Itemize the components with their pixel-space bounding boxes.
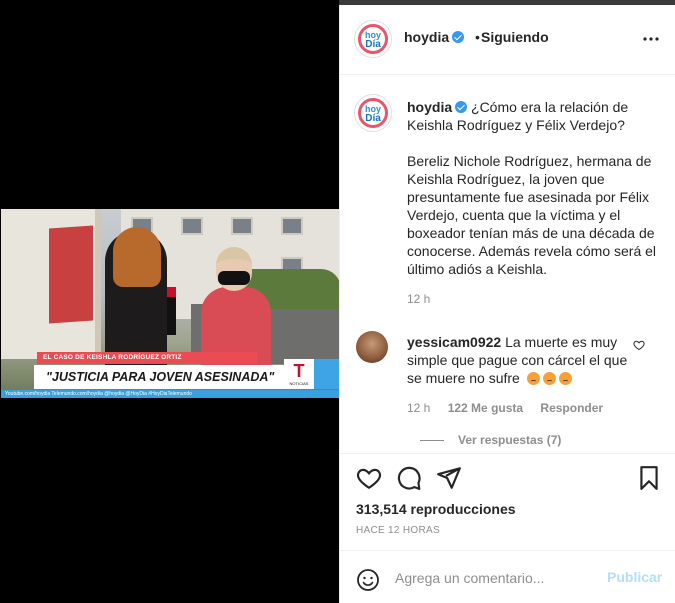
- bookmark-icon[interactable]: [636, 465, 662, 491]
- angry-face-emoji-icon: [542, 372, 556, 385]
- replies-divider: [420, 440, 444, 442]
- post-timestamp[interactable]: HACE 12 HORAS: [356, 525, 440, 536]
- video-player[interactable]: EL CASO DE KEISHLA RODRÍGUEZ ORTIZ "JUST…: [1, 209, 339, 398]
- view-count[interactable]: 313,514 reproducciones: [356, 501, 516, 517]
- caption-timestamp[interactable]: 12 h: [407, 292, 430, 306]
- comment: yessicam0922 La muerte es muy simple que…: [407, 333, 637, 387]
- publish-button[interactable]: Publicar: [607, 569, 662, 585]
- comment-likes-link[interactable]: 122 Me gusta: [448, 401, 523, 415]
- post-panel: hoy Día hoydia • Siguiendo hoy Día hoydi…: [339, 5, 675, 603]
- lower-third-kicker: EL CASO DE KEISHLA RODRÍGUEZ ORTIZ: [37, 352, 257, 364]
- comment-icon[interactable]: [396, 465, 422, 491]
- follow-separator: •: [475, 29, 480, 45]
- commenter-username-link[interactable]: yessicam0922: [407, 334, 501, 350]
- network-accent: [314, 359, 339, 389]
- comment-like-icon[interactable]: [633, 339, 645, 354]
- username-link[interactable]: hoydia: [404, 29, 449, 45]
- actions-divider: [340, 453, 675, 454]
- angry-face-emoji-icon: [526, 372, 540, 385]
- comment-meta: 12 h 122 Me gusta Responder: [407, 401, 617, 415]
- video-scene-banner: [49, 225, 93, 324]
- video-scene-reporter-hair: [113, 227, 161, 287]
- verified-badge-icon: [452, 31, 465, 43]
- microphone-graphic: [167, 287, 176, 335]
- caption-text: hoydia ¿Cómo era la relación de Keishla …: [407, 98, 657, 296]
- avatar-logo: hoy Día: [364, 30, 381, 50]
- comment-input[interactable]: [395, 566, 595, 590]
- caption-body: Bereliz Nichole Rodríguez, hermana de Ke…: [407, 153, 657, 277]
- avatar[interactable]: hoy Día: [354, 20, 392, 58]
- caption-avatar[interactable]: hoy Día: [354, 94, 392, 132]
- lower-third-headline: "JUSTICIA PARA JOVEN ASESINADA": [34, 365, 284, 389]
- verified-badge-icon: [455, 101, 468, 113]
- video-ticker: Youtube.com/hoydia Telemundo.com/hoydia …: [1, 390, 339, 398]
- angry-face-emoji-icon: [558, 372, 572, 385]
- more-options-icon[interactable]: [643, 31, 659, 47]
- share-icon[interactable]: [436, 465, 462, 491]
- post-header: hoy Día hoydia • Siguiendo: [340, 5, 675, 75]
- emoji-icon[interactable]: [356, 568, 380, 592]
- caption-username-link[interactable]: hoydia: [407, 99, 452, 115]
- comment-composer: Publicar: [340, 550, 675, 603]
- following-button[interactable]: Siguiendo: [481, 29, 549, 45]
- heart-icon[interactable]: [356, 465, 382, 491]
- network-logo-sub: NOTICIAS: [289, 381, 309, 386]
- comment-timestamp[interactable]: 12 h: [407, 401, 430, 415]
- media-panel: EL CASO DE KEISHLA RODRÍGUEZ ORTIZ "JUST…: [0, 0, 339, 603]
- view-replies-button[interactable]: Ver respuestas (7): [420, 433, 561, 447]
- commenter-avatar[interactable]: [356, 331, 388, 363]
- reply-button[interactable]: Responder: [540, 401, 603, 415]
- video-scene-face-mask: [218, 271, 250, 285]
